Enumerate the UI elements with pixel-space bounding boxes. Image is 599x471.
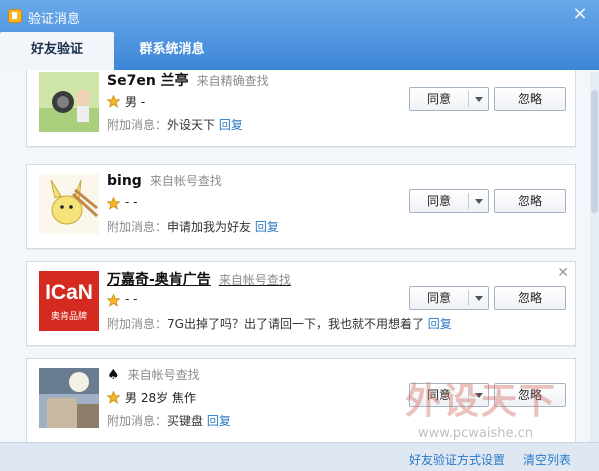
- tab-group-system-messages[interactable]: 群系统消息: [114, 32, 230, 70]
- attached-message: 附加消息：外设天下 回复: [107, 118, 243, 132]
- requester-name: bing 来自帐号查找: [107, 173, 222, 189]
- agree-dropdown-arrow-icon[interactable]: [469, 88, 488, 110]
- verification-window: 验证消息 × 好友验证 群系统消息 Se7en 兰亭 来自精确查找 男 - 附加…: [0, 0, 599, 471]
- agree-button[interactable]: 同意: [410, 190, 468, 212]
- attached-message: 附加消息：7G出掉了吗？出了请回一下，我也就不用想着了 回复: [107, 317, 452, 331]
- ignore-button[interactable]: 忽略: [494, 286, 566, 310]
- avatar[interactable]: [39, 174, 99, 234]
- attached-message: 附加消息：申请加我为好友 回复: [107, 220, 279, 234]
- request-card: bing 来自帐号查找 - - 附加消息：申请加我为好友 回复 同意 忽略: [26, 164, 576, 249]
- avatar-logo-subtext: 奥肯品牌: [50, 312, 87, 322]
- tab-bar: 好友验证 群系统消息: [0, 32, 599, 70]
- close-button[interactable]: ×: [571, 5, 589, 23]
- speaker-icon: [8, 9, 22, 23]
- agree-dropdown-arrow-icon[interactable]: [469, 287, 488, 309]
- request-source: 来自帐号查找: [149, 174, 222, 188]
- card-close-icon[interactable]: ✕: [557, 265, 569, 281]
- verification-settings-link[interactable]: 好友验证方式设置: [409, 451, 505, 468]
- watermark-url: www.pcwaishe.cn: [418, 426, 533, 441]
- title-bar[interactable]: 验证消息 ×: [0, 0, 599, 32]
- request-card: ICaN 奥肯品牌 万嘉奇-奥肯广告 来自帐号查找 ✕ - - 附加消息：7G出掉…: [26, 261, 576, 346]
- requester-info: 男 28岁 焦作: [125, 391, 196, 405]
- requester-name: ♠ 来自帐号查找: [107, 367, 200, 383]
- requester-info: - -: [125, 195, 138, 209]
- reply-link[interactable]: 回复: [428, 317, 452, 331]
- reply-link[interactable]: 回复: [219, 118, 243, 132]
- ignore-button[interactable]: 忽略: [494, 189, 566, 213]
- scrollbar-thumb[interactable]: [591, 90, 598, 213]
- star-icon: [107, 197, 120, 210]
- avatar[interactable]: [39, 368, 99, 428]
- tab-friend-verification[interactable]: 好友验证: [0, 32, 114, 70]
- agree-button[interactable]: 同意: [410, 88, 468, 110]
- avatar-logo-text: ICaN: [45, 281, 93, 304]
- watermark-text: 外设天下: [405, 380, 558, 422]
- agree-dropdown-arrow-icon[interactable]: [469, 190, 488, 212]
- agree-button-group: 同意: [409, 87, 489, 111]
- star-icon: [107, 95, 120, 108]
- requester-info: - -: [125, 292, 138, 306]
- requester-name: Se7en 兰亭 来自精确查找: [107, 73, 269, 89]
- ignore-button[interactable]: 忽略: [494, 87, 566, 111]
- avatar[interactable]: [39, 72, 99, 132]
- window-title: 验证消息: [28, 12, 81, 27]
- agree-button-group: 同意: [409, 189, 489, 213]
- footer-bar: 好友验证方式设置 清空列表: [0, 442, 599, 471]
- request-source: 来自精确查找: [196, 74, 269, 88]
- agree-button-group: 同意: [409, 286, 489, 310]
- reply-link[interactable]: 回复: [255, 220, 279, 234]
- agree-button[interactable]: 同意: [410, 287, 468, 309]
- request-source: 来自帐号查找: [218, 273, 291, 287]
- request-source: 来自帐号查找: [127, 368, 200, 382]
- star-icon: [107, 391, 120, 404]
- requester-name[interactable]: 万嘉奇-奥肯广告 来自帐号查找: [107, 269, 291, 289]
- request-card: Se7en 兰亭 来自精确查找 男 - 附加消息：外设天下 回复 同意 忽略: [26, 70, 576, 147]
- attached-message: 附加消息：买键盘 回复: [107, 414, 231, 428]
- star-icon: [107, 294, 120, 307]
- requester-info: 男 -: [125, 95, 146, 109]
- avatar[interactable]: ICaN 奥肯品牌: [39, 271, 99, 331]
- clear-list-link[interactable]: 清空列表: [523, 451, 571, 468]
- reply-link[interactable]: 回复: [207, 414, 231, 428]
